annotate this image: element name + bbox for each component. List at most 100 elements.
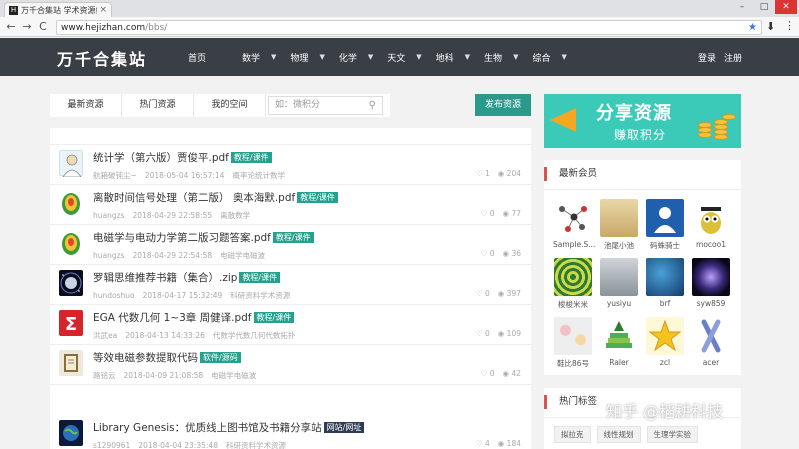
share-resources-banner[interactable]: 分享资源 赚取积分 <box>544 94 741 148</box>
member-card[interactable]: 码蛛骑士 <box>645 199 685 251</box>
heart-icon[interactable]: ♡ 0 <box>476 329 490 338</box>
category-tag[interactable]: 教程/课件 <box>297 192 338 203</box>
window-controls: – □ ✕ <box>731 0 797 14</box>
category-tag[interactable]: 网站/网址 <box>323 422 365 433</box>
browser-tab[interactable]: H 万千合集站 学术资源综合 × <box>4 2 112 17</box>
category-tag[interactable]: 教程/课件 <box>253 312 295 323</box>
nav-chemistry[interactable]: 化学 ▼ <box>339 51 373 64</box>
member-card[interactable]: yusiyu <box>599 258 639 308</box>
post-category[interactable]: 科研资料学术资源 <box>226 441 286 449</box>
member-card[interactable]: syw859 <box>691 258 731 308</box>
member-card[interactable]: 梭梭米米 <box>553 258 593 310</box>
bookmark-star-icon[interactable]: ★ <box>748 22 757 33</box>
heart-icon[interactable]: ♡ 0 <box>481 209 495 218</box>
tab-close-icon[interactable]: × <box>99 5 107 15</box>
list-item[interactable]: 统计学（第六版）贾俊平.pdf 教程/课件 航箱破钝尘~ 2018-05-04 16… <box>50 145 531 185</box>
tab-my-space[interactable]: 我的空间 <box>194 94 266 117</box>
nav-geoscience[interactable]: 地科 ▼ <box>436 51 470 64</box>
site-logo[interactable]: 万千合集站 <box>57 46 147 70</box>
avatar <box>59 150 83 178</box>
nav-math[interactable]: 数学 ▼ <box>242 51 276 64</box>
register-link[interactable]: 注册 <box>724 54 742 64</box>
browser-menu-icon[interactable]: ⋮ <box>784 19 795 32</box>
search-icon[interactable]: ⚲ <box>369 97 376 114</box>
category-tag[interactable]: 教程/课件 <box>230 152 272 163</box>
member-card[interactable]: mocoo1 <box>691 199 731 249</box>
list-item[interactable]: 离散时间信号处理（第二版） 奥本海默.pdf 教程/课件 huangzs 2018-… <box>50 185 531 225</box>
tab-latest[interactable]: 最新资源 <box>50 94 122 117</box>
post-category[interactable]: 科研资料学术资源 <box>230 291 290 300</box>
post-category[interactable]: 概率论统计数学 <box>232 171 285 180</box>
post-title[interactable]: 等效电磁参数提取代码 软件/源码 <box>93 350 241 365</box>
member-name: mocoo1 <box>696 240 726 249</box>
list-item[interactable]: 电磁学与电动力学第二版习题答案.pdf 教程/课件 huangzs 2018-04-… <box>50 225 531 265</box>
list-item[interactable]: 罗辑思维推荐书籍（集合）.zip 教程/课件 hundoshuo 2018-04-1… <box>50 265 531 305</box>
post-title[interactable]: EGA 代数几何 1~3章 周健译.pdf 教程/课件 <box>93 310 295 325</box>
member-card[interactable]: brf <box>645 258 685 308</box>
member-card[interactable]: Sample.S... <box>553 199 595 249</box>
nav-physics[interactable]: 物理 ▼ <box>290 51 324 64</box>
download-icon[interactable]: ⬇ <box>766 20 775 33</box>
list-item[interactable]: Σ EGA 代数几何 1~3章 周健译.pdf 教程/课件 洪武ea 2018-04… <box>50 305 531 345</box>
url-field[interactable]: www.hejizhan.com/bbs/ ★ <box>56 20 762 35</box>
tag-chip[interactable]: 线性规划 <box>596 426 641 443</box>
heart-icon[interactable]: ♡ 0 <box>476 289 490 298</box>
tag-chip[interactable]: 拟拉克 <box>554 426 591 443</box>
heart-icon[interactable]: ♡ 4 <box>476 439 490 448</box>
nav-general[interactable]: 综合 ▼ <box>532 51 566 64</box>
list-item[interactable]: Library Genesis：优质线上图书馆及书籍分享站 网站/网址 s1290… <box>50 415 531 449</box>
publish-button[interactable]: 发布资源 <box>475 94 531 116</box>
category-tag[interactable]: 教程/课件 <box>272 232 314 243</box>
post-category[interactable]: 电磁学电磁波 <box>220 251 265 260</box>
nav-home[interactable]: 首页 <box>188 51 206 64</box>
member-card[interactable]: 池尾小池 <box>599 199 639 251</box>
login-link[interactable]: 登录 <box>698 54 716 64</box>
avatar <box>554 317 592 355</box>
category-tag[interactable]: 教程/课件 <box>239 272 281 283</box>
heart-icon[interactable]: ♡ 0 <box>481 369 495 378</box>
post-author[interactable]: huangzs <box>93 251 124 260</box>
post-category[interactable]: 离散数学 <box>220 211 250 220</box>
post-meta: s1290961 2018-04-04 23:35:48 科研资料学术资源 <box>93 440 294 449</box>
member-card[interactable]: 鞋比86号 <box>553 317 593 369</box>
minimize-icon[interactable]: – <box>731 0 753 14</box>
heart-icon[interactable]: ♡ 1 <box>476 169 490 178</box>
window-close-icon[interactable]: ✕ <box>775 0 797 14</box>
post-title[interactable]: 电磁学与电动力学第二版习题答案.pdf 教程/课件 <box>93 230 314 245</box>
heart-icon[interactable]: ♡ 0 <box>481 249 495 258</box>
search-input[interactable]: 如：微积分 ⚲ <box>268 96 383 115</box>
post-time: 2018-04-13 14:33:26 <box>125 331 205 340</box>
eye-icon: ◉ 109 <box>497 329 521 338</box>
forward-icon[interactable]: → <box>20 20 34 33</box>
post-author[interactable]: 路铭云 <box>93 371 116 380</box>
nav-biology[interactable]: 生物 ▼ <box>484 51 518 64</box>
post-author[interactable]: hundoshuo <box>93 291 135 300</box>
nav-astronomy[interactable]: 天文 ▼ <box>387 51 421 64</box>
chevron-down-icon: ▼ <box>561 53 567 61</box>
post-author[interactable]: 航箱破钝尘~ <box>93 171 137 180</box>
post-title[interactable]: 统计学（第六版）贾俊平.pdf 教程/课件 <box>93 150 272 165</box>
member-card[interactable]: Raler <box>599 317 639 367</box>
back-icon[interactable]: ← <box>4 20 18 33</box>
avatar <box>59 420 83 446</box>
maximize-icon[interactable]: □ <box>753 0 775 14</box>
tab-popular[interactable]: 热门资源 <box>122 94 194 117</box>
like-count: 0 <box>484 289 490 298</box>
chevron-down-icon: ▼ <box>271 53 277 61</box>
member-card[interactable]: zcl <box>645 317 685 367</box>
post-stats: ♡ 0 ◉ 397 <box>468 289 521 298</box>
tag-chip[interactable]: 生理学实验 <box>646 426 698 443</box>
reload-icon[interactable]: C <box>36 20 50 33</box>
post-title[interactable]: 离散时间信号处理（第二版） 奥本海默.pdf 教程/课件 <box>93 190 338 205</box>
eye-icon: ◉ 204 <box>497 169 521 178</box>
post-category[interactable]: 代数学代数几何代数拓扑 <box>213 331 296 340</box>
post-author[interactable]: huangzs <box>93 211 124 220</box>
post-author[interactable]: s1290961 <box>93 441 130 449</box>
category-tag[interactable]: 软件/源码 <box>200 352 241 363</box>
post-title[interactable]: 罗辑思维推荐书籍（集合）.zip 教程/课件 <box>93 270 281 285</box>
post-title[interactable]: Library Genesis：优质线上图书馆及书籍分享站 网站/网址 <box>93 420 365 435</box>
list-item[interactable]: 等效电磁参数提取代码 软件/源码 路铭云 2018-04-09 21:08:58 电磁… <box>50 345 531 385</box>
post-author[interactable]: 洪武ea <box>93 331 117 340</box>
member-card[interactable]: acer <box>691 317 731 367</box>
post-category[interactable]: 电磁学电磁波 <box>211 371 256 380</box>
